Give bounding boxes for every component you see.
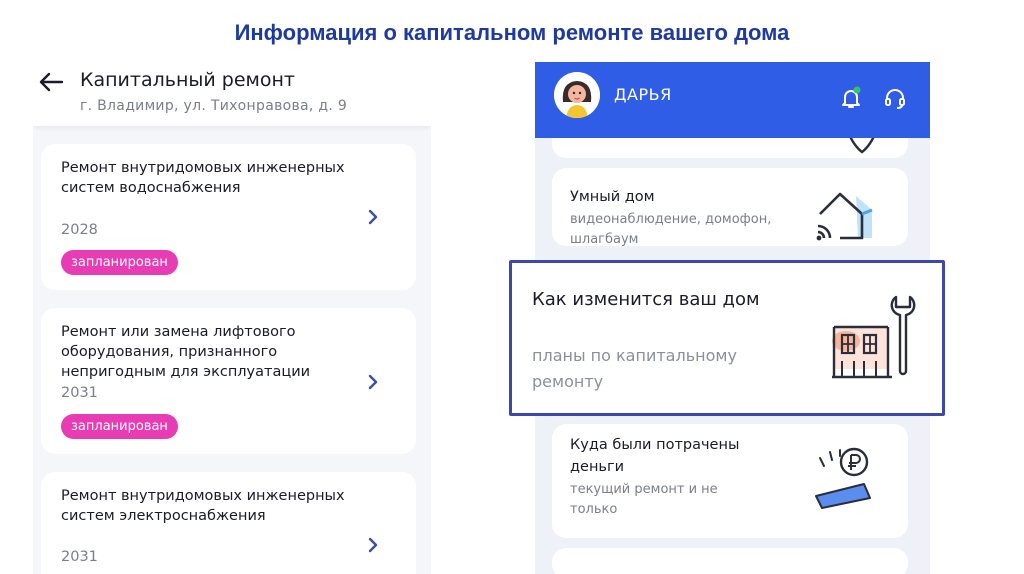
back-arrow-icon[interactable] — [38, 72, 64, 92]
repair-item-year: 2031 — [61, 385, 98, 401]
headset-icon[interactable] — [883, 86, 907, 110]
repair-item[interactable]: Ремонт внутридомовых инженерных систем в… — [41, 144, 416, 290]
capital-repair-screen: Капитальный ремонт г. Владимир, ул. Тихо… — [33, 62, 431, 574]
status-badge: запланирован — [61, 250, 178, 275]
money-icon — [810, 442, 882, 512]
bell-icon[interactable] — [840, 86, 862, 110]
service-title: Умный дом — [570, 189, 655, 205]
house-repair-icon — [832, 293, 922, 381]
user-name: ДАРЬЯ — [614, 85, 672, 104]
chevron-right-icon — [366, 537, 380, 553]
house-address: г. Владимир, ул. Тихонравова, д. 9 — [80, 98, 348, 114]
screen-header: Капитальный ремонт г. Владимир, ул. Тихо… — [33, 62, 431, 126]
service-desc: видеонаблюдение, домофон, шлагбаум — [570, 212, 772, 247]
repair-item[interactable]: Ремонт или замена лифтового оборудования… — [41, 308, 416, 454]
service-title: Куда были потрачены деньги — [570, 437, 740, 475]
list-item[interactable] — [552, 548, 908, 574]
service-desc: планы по капитальному ремонту — [532, 346, 737, 391]
repair-item-title: Ремонт или замена лифтового оборудования… — [61, 324, 311, 380]
chevron-right-icon — [366, 374, 380, 390]
repair-item[interactable]: Ремонт внутридомовых инженерных систем э… — [41, 472, 416, 574]
slide-title: Информация о капитальном ремонте вашего … — [234, 20, 790, 45]
repair-item-year: 2031 — [61, 549, 98, 565]
service-card-house-changes[interactable]: Как изменится ваш дом планы по капитальн… — [509, 260, 945, 416]
smart-home-icon — [810, 186, 880, 246]
service-title: Как изменится ваш дом — [532, 289, 760, 310]
status-badge: запланирован — [61, 414, 178, 439]
service-card-money[interactable]: Куда были потрачены деньги текущий ремон… — [552, 424, 908, 538]
repair-item-title: Ремонт внутридомовых инженерных систем э… — [61, 488, 345, 524]
app-header: ДАРЬЯ — [535, 62, 930, 138]
repair-item-year: 2028 — [61, 222, 98, 238]
repair-item-title: Ремонт внутридомовых инженерных систем в… — [61, 160, 345, 196]
avatar[interactable] — [554, 72, 600, 118]
service-desc: текущий ремонт и не только — [570, 482, 718, 517]
service-card-smart-home[interactable]: Умный дом видеонаблюдение, домофон, шлаг… — [552, 168, 908, 247]
chevron-right-icon — [366, 209, 380, 225]
page-title: Капитальный ремонт — [80, 69, 295, 91]
